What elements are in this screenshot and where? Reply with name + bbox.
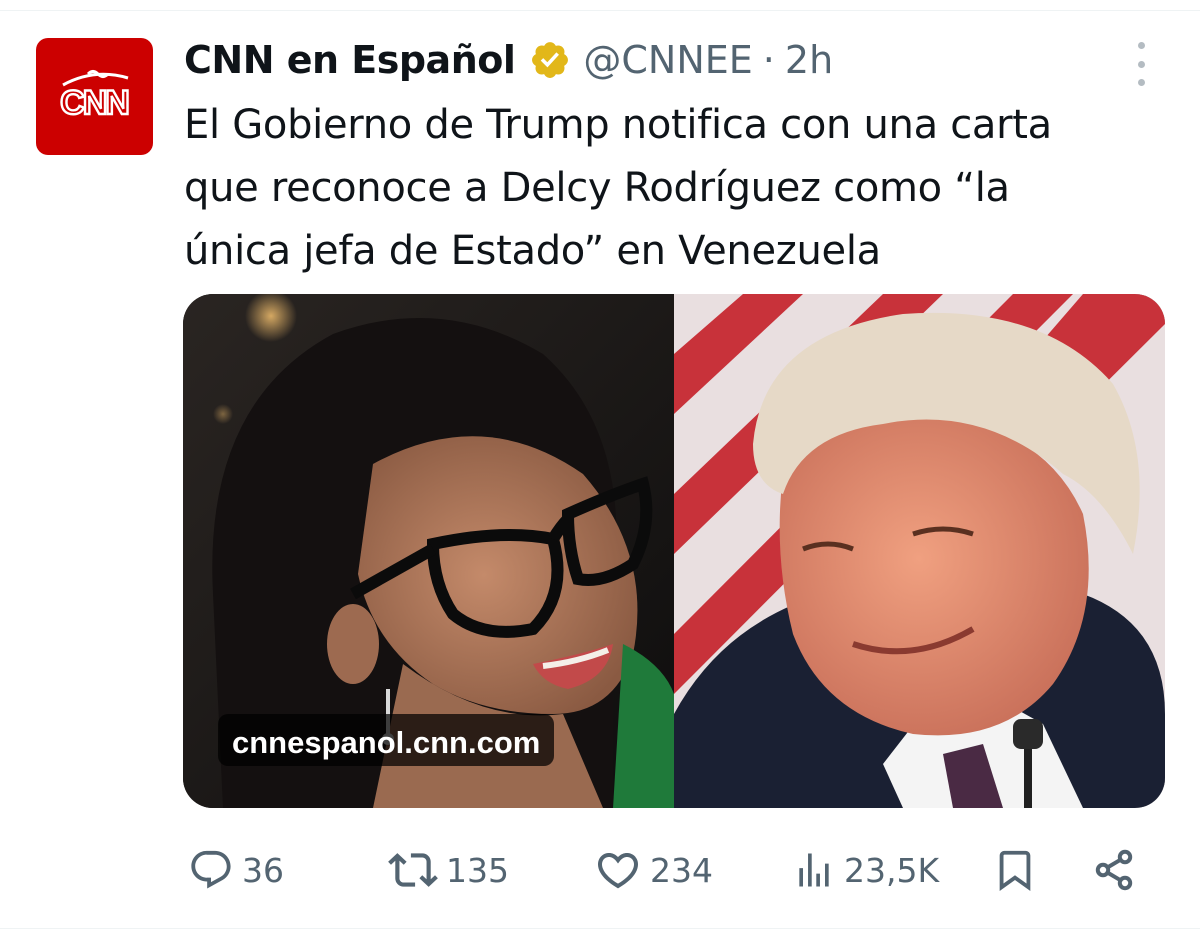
author-handle[interactable]: @CNNEE: [583, 38, 752, 82]
share-button[interactable]: [1090, 840, 1138, 900]
reply-count: 36: [242, 850, 284, 890]
repost-button[interactable]: 135: [388, 840, 509, 900]
tweet-text-line: El Gobierno de Trump notifica con una ca…: [184, 102, 1052, 148]
share-icon: [1095, 849, 1133, 891]
tweet-text-line: única jefa de Estado” en Venezuela: [184, 228, 881, 274]
action-bar: 36 135 234 23,5K: [0, 840, 1200, 900]
svg-text:CNN: CNN: [60, 84, 128, 122]
cnn-logo: CNN: [59, 70, 131, 123]
separator-dot: ·: [762, 38, 775, 82]
top-divider: [0, 0, 1200, 11]
repost-count: 135: [446, 850, 509, 890]
author-avatar[interactable]: CNN: [36, 38, 153, 155]
tweet-text-line: que reconoce a Delcy Rodríguez como “la: [184, 165, 1010, 211]
like-button[interactable]: 234: [594, 840, 713, 900]
verified-badge-icon[interactable]: [529, 39, 571, 81]
photo-right-man: [674, 294, 1165, 808]
like-count: 234: [650, 850, 713, 890]
tweet-text: El Gobierno de Trump notifica con una ca…: [184, 94, 1164, 283]
reply-icon: [191, 850, 231, 889]
repost-icon: [388, 853, 438, 887]
views-count: 23,5K: [844, 850, 940, 890]
more-options-icon[interactable]: [1124, 40, 1158, 88]
views-chart-icon: [799, 853, 829, 887]
like-heart-icon: [597, 853, 639, 889]
link-domain-label[interactable]: cnnespanol.cnn.com: [218, 714, 555, 766]
bookmark-button[interactable]: [992, 840, 1038, 900]
views-button[interactable]: 23,5K: [792, 840, 939, 900]
bottom-divider: [0, 928, 1200, 929]
link-card-image[interactable]: cnnespanol.cnn.com: [183, 294, 1165, 808]
bookmark-icon: [999, 850, 1031, 891]
reply-button[interactable]: 36: [188, 840, 284, 900]
post-timestamp[interactable]: 2h: [785, 38, 833, 82]
author-display-name[interactable]: CNN en Español: [184, 38, 516, 82]
tweet-header: CNN en Español @CNNEE · 2h: [184, 30, 833, 90]
